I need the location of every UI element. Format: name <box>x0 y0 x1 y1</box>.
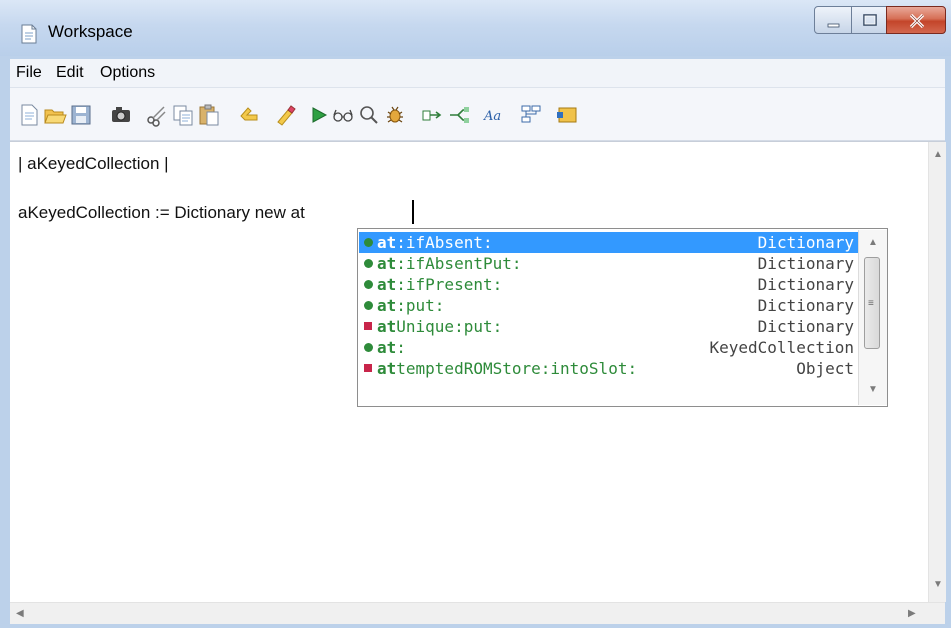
autocomplete-item[interactable]: at:ifAbsentPut: Dictionary <box>359 253 858 274</box>
grip-icon: ≡ <box>868 298 874 309</box>
popup-scroll-down-icon[interactable]: ▼ <box>868 385 878 395</box>
item-class: KeyedCollection <box>709 338 855 357</box>
redo-icon[interactable] <box>272 102 298 128</box>
inspect-icon[interactable] <box>330 102 356 128</box>
paste-icon[interactable] <box>196 102 222 128</box>
item-selector: : <box>396 338 406 357</box>
cut-icon[interactable] <box>144 102 170 128</box>
horizontal-scrollbar[interactable]: ◀ ▶ <box>10 602 945 624</box>
green-method-icon <box>364 259 373 268</box>
red-method-icon <box>364 364 372 372</box>
camera-icon[interactable] <box>108 102 134 128</box>
step-icon[interactable] <box>420 102 446 128</box>
code-line-1: | aKeyedCollection | <box>18 154 169 173</box>
toolbar: Aa <box>10 88 945 141</box>
save-icon[interactable] <box>68 102 94 128</box>
item-class: Object <box>796 359 854 378</box>
item-class: Dictionary <box>757 317 854 336</box>
scroll-up-arrow-icon[interactable]: ▲ <box>933 150 943 160</box>
popup-scroll-up-icon[interactable]: ▲ <box>868 238 878 248</box>
open-folder-icon[interactable] <box>42 102 68 128</box>
autocomplete-popup: at:ifAbsent: Dictionary at:ifAbsentPut: … <box>357 228 888 407</box>
green-method-icon <box>364 280 373 289</box>
red-method-icon <box>364 322 372 330</box>
item-prefix: at <box>377 275 397 294</box>
item-selector: :ifAbsent: <box>396 233 493 252</box>
autocomplete-item[interactable]: attemptedROMStore:intoSlot: Object <box>359 358 858 379</box>
item-class: Dictionary <box>757 254 854 273</box>
workspace-app-icon <box>20 24 38 44</box>
item-selector: :ifAbsentPut: <box>396 254 522 273</box>
minimize-button[interactable] <box>814 6 852 34</box>
new-file-icon[interactable] <box>16 102 42 128</box>
code-line-3: aKeyedCollection := Dictionary new at <box>18 203 305 222</box>
autocomplete-item[interactable]: at: KeyedCollection <box>359 337 858 358</box>
scroll-left-arrow-icon[interactable]: ◀ <box>16 609 24 619</box>
workspace-icon[interactable] <box>554 102 580 128</box>
copy-icon[interactable] <box>170 102 196 128</box>
vertical-scrollbar[interactable]: ▲ ▼ <box>928 142 946 602</box>
autocomplete-scrollbar[interactable]: ▲ ≡ ▼ <box>858 230 887 405</box>
title-bar[interactable]: Workspace <box>0 0 951 56</box>
menu-file[interactable]: File <box>16 63 42 83</box>
item-prefix: at <box>377 359 397 378</box>
menu-edit[interactable]: Edit <box>56 63 84 83</box>
autocomplete-item[interactable]: at:put: Dictionary <box>359 295 858 316</box>
item-selector: temptedROMStore:intoSlot: <box>396 359 638 378</box>
run-icon[interactable] <box>306 102 332 128</box>
item-selector: Unique:put: <box>396 317 503 336</box>
undo-icon[interactable] <box>236 102 262 128</box>
font-icon[interactable]: Aa <box>482 102 508 128</box>
scroll-down-arrow-icon[interactable]: ▼ <box>933 580 943 590</box>
green-method-icon <box>364 238 373 247</box>
autocomplete-item[interactable]: atUnique:put: Dictionary <box>359 316 858 337</box>
window-title: Workspace <box>48 22 133 41</box>
item-class: Dictionary <box>757 233 854 252</box>
workspace-window: Workspace File Edit Options Aa | aKeyedC… <box>0 0 951 628</box>
item-selector: :put: <box>396 296 445 315</box>
menu-options[interactable]: Options <box>100 63 155 83</box>
green-method-icon <box>364 343 373 352</box>
item-prefix: at <box>377 296 397 315</box>
browse-classes-icon[interactable] <box>518 102 544 128</box>
item-class: Dictionary <box>757 275 854 294</box>
search-icon[interactable] <box>356 102 382 128</box>
green-method-icon <box>364 301 373 310</box>
item-prefix: at <box>377 254 397 273</box>
autocomplete-item[interactable]: at:ifAbsent: Dictionary <box>359 232 858 253</box>
item-prefix: at <box>377 317 397 336</box>
step-into-icon[interactable] <box>446 102 472 128</box>
item-class: Dictionary <box>757 296 854 315</box>
scroll-right-arrow-icon[interactable]: ▶ <box>908 609 916 619</box>
popup-scroll-thumb[interactable]: ≡ <box>864 257 880 349</box>
font-icon-label: Aa <box>483 109 501 124</box>
text-caret <box>412 200 414 224</box>
item-selector: :ifPresent: <box>396 275 503 294</box>
item-prefix: at <box>377 338 397 357</box>
menu-bar: File Edit Options <box>10 59 945 88</box>
close-button[interactable] <box>886 6 946 34</box>
maximize-button[interactable] <box>851 6 887 34</box>
debug-icon[interactable] <box>382 102 408 128</box>
item-prefix: at <box>377 233 397 252</box>
autocomplete-item[interactable]: at:ifPresent: Dictionary <box>359 274 858 295</box>
